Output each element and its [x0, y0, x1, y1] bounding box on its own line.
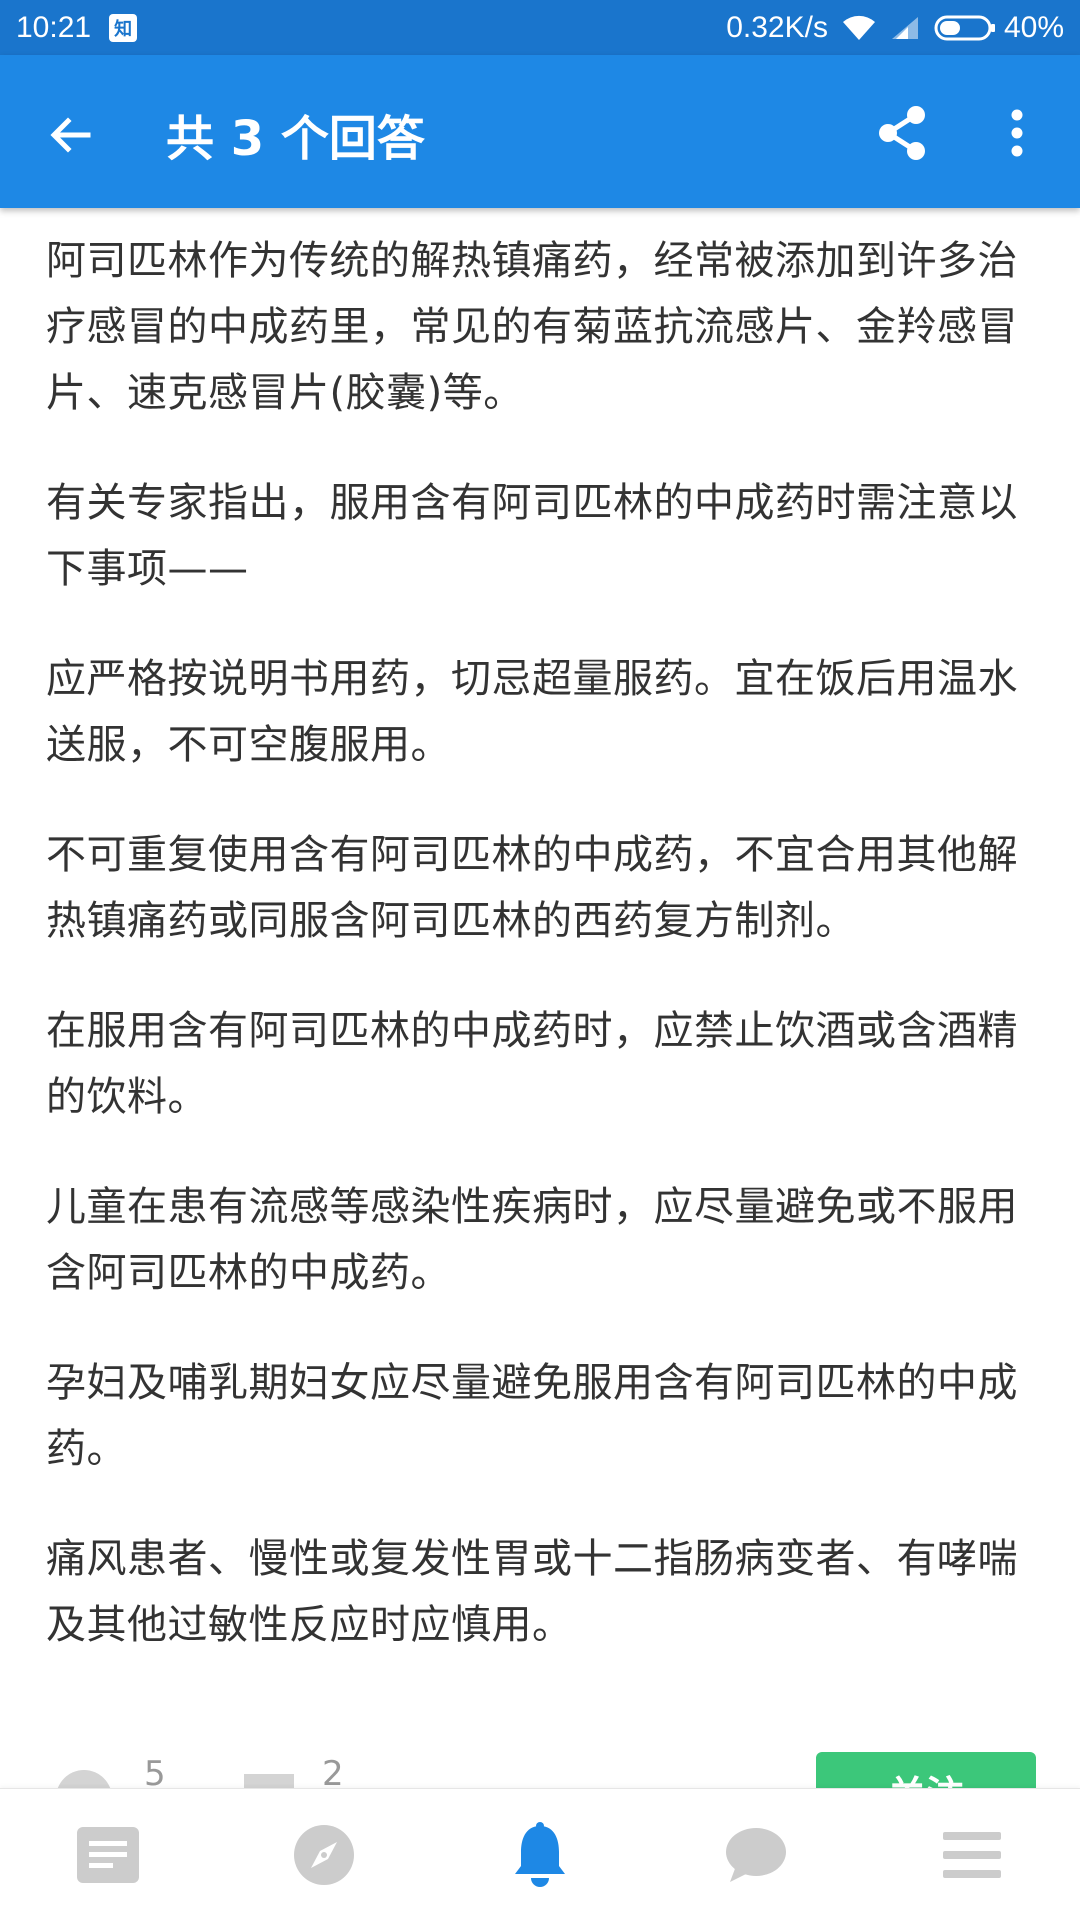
- notifications-icon: [515, 1822, 565, 1887]
- nav-item-explore[interactable]: [264, 1789, 384, 1921]
- more-options-button[interactable]: [992, 103, 1042, 163]
- signal-icon: [890, 15, 920, 41]
- answer-paragraph: 痛风患者、慢性或复发性胃或十二指肠病变者、有哮喘及其他过敏性反应时应慎用。: [46, 1536, 1018, 1648]
- zhihu-notification-icon: 知: [109, 13, 138, 42]
- battery-percent: 40%: [1003, 10, 1064, 44]
- answer-paragraph: 阿司匹林作为传统的解热镇痛药，经常被添加到许多治疗感冒的中成药里，常见的有菊蓝抗…: [46, 238, 1018, 416]
- follow-button[interactable]: 关注: [816, 1752, 1036, 1788]
- battery-icon: [934, 14, 996, 42]
- nav-item-feed[interactable]: [48, 1789, 168, 1921]
- share-button[interactable]: [872, 103, 932, 163]
- nav-item-menu[interactable]: [912, 1789, 1032, 1921]
- page-title: 共 3 个回答: [166, 111, 425, 167]
- nav-item-notifications[interactable]: [480, 1789, 600, 1921]
- answer-paragraph: 儿童在患有流感等感染性疾病时，应尽量避免或不服用含阿司匹林的中成药。: [46, 1184, 1018, 1296]
- wifi-icon: [842, 14, 876, 42]
- back-button[interactable]: [40, 105, 100, 165]
- answer-paragraph: 在服用含有阿司匹林的中成药时，应禁止饮酒或含酒精的饮料。: [46, 1008, 1018, 1120]
- back-arrow-icon: [50, 117, 91, 153]
- answer-paragraph: 孕妇及哺乳期妇女应尽量避免服用含有阿司匹林的中成药。: [46, 1360, 1018, 1472]
- comment-count: 2: [322, 1754, 344, 1788]
- network-speed: 0.32K/s: [726, 10, 828, 44]
- answer-actions: 5 2 关注: [0, 1752, 1080, 1788]
- explore-icon: [294, 1825, 354, 1885]
- nav-item-messages[interactable]: [696, 1789, 816, 1921]
- share-icon: [879, 106, 925, 160]
- more-vert-icon: [1011, 109, 1023, 157]
- like-count: 5: [144, 1754, 166, 1788]
- status-indicators: 0.32K/s 40%: [726, 11, 1064, 45]
- battery-indicator: 40%: [934, 11, 1064, 45]
- feed-icon: [77, 1827, 139, 1883]
- bottom-nav: [0, 1788, 1080, 1921]
- menu-icon: [943, 1832, 1001, 1878]
- answer-paragraph: 有关专家指出，服用含有阿司匹林的中成药时需注意以下事项——: [46, 480, 1018, 592]
- answer-paragraph: 不可重复使用含有阿司匹林的中成药，不宜合用其他解热镇痛药或同服含阿司匹林的西药复…: [46, 832, 1018, 944]
- app-bar: 共 3 个回答: [0, 55, 1080, 208]
- status-bar: 10:21 知 0.32K/s 40%: [0, 0, 1080, 55]
- messages-icon: [726, 1828, 786, 1882]
- like-icon[interactable]: [56, 1770, 112, 1788]
- answer-paragraph: 应严格按说明书用药，切忌超量服药。宜在饭后用温水送服，不可空腹服用。: [46, 656, 1018, 768]
- comment-icon[interactable]: [244, 1774, 294, 1788]
- status-time: 10:21: [16, 10, 92, 44]
- answer-content: 阿司匹林作为传统的解热镇痛药，经常被添加到许多治疗感冒的中成药里，常见的有菊蓝抗…: [46, 228, 1036, 1702]
